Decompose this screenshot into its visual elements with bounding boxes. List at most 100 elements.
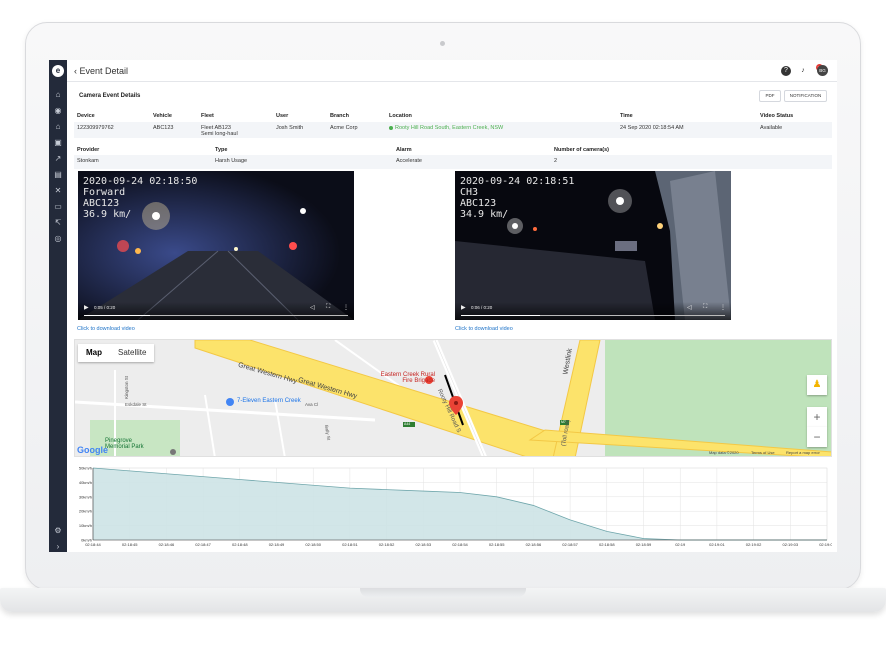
chart-xtick-label: 02:18:52 [379, 542, 395, 547]
top-bar: ‹ Event Detail ? ♪ 10 BG [67, 60, 837, 82]
notification-button[interactable]: NOTIFICATION [784, 90, 827, 102]
map-canvas [75, 340, 831, 456]
fullscreen-icon[interactable]: ⛶ [326, 304, 330, 311]
chart-xtick-label: 02:18:47 [195, 542, 211, 547]
document-icon[interactable]: ▤ [53, 170, 63, 180]
report-map-error-link[interactable]: Report a map error [786, 450, 820, 455]
chart-ytick-label: 20km/h [79, 509, 92, 514]
app-screen: e ⌂ ◉ ⌂ ▣ ↗ ▤ ✕ ▭ ↸ ◎ ⚙ › ‹ Event Detail… [49, 60, 837, 552]
video-controls: ▶ 0:06 / 0:20 ◁ ⛶ ⋮ [455, 302, 731, 320]
video-time: 0:06 / 0:20 [471, 305, 493, 310]
question-icon[interactable]: ? [781, 66, 791, 76]
chart-xtick-label: 02:19 [675, 542, 686, 547]
more-icon[interactable]: ⋮ [720, 304, 726, 311]
chart-xtick-label: 02:18:49 [269, 542, 285, 547]
poi-fire-brigade[interactable]: Eastern Creek Rural Fire Brigade [375, 372, 435, 384]
chart-xtick-label: 02:18:55 [489, 542, 505, 547]
header-vehicle: Vehicle [153, 113, 172, 119]
car-icon[interactable]: ▣ [53, 138, 63, 148]
chart-ytick-label: 10km/h [79, 523, 92, 528]
header-type: Type [215, 147, 228, 153]
header-fleet: Fleet [201, 113, 214, 119]
chart-xtick-label: 02:18:58 [599, 542, 615, 547]
pdf-button[interactable]: PDF [759, 90, 781, 102]
terms-of-use-link[interactable]: Terms of Use [751, 450, 775, 455]
poi-pinegrove-park[interactable]: Pinegrove Memorial Park [105, 438, 155, 450]
play-icon[interactable]: ▶ [84, 304, 89, 311]
support-icon[interactable]: ◎ [53, 234, 63, 244]
video-overlay-text: 2020-09-24 02:18:50 Forward ABC123 36.9 … [83, 176, 198, 220]
google-logo: Google [77, 445, 108, 455]
chart-xtick-label: 02:19:03 [783, 542, 799, 547]
header-location: Location [389, 113, 412, 119]
road-label-ava: Ava Cl [305, 402, 319, 407]
avatar[interactable]: BG [817, 65, 828, 76]
road-label-kingston: Kingston St [124, 375, 130, 400]
house-icon[interactable]: ⌂ [53, 122, 63, 132]
more-icon[interactable]: ⋮ [343, 304, 349, 311]
card-icon[interactable]: ▭ [53, 202, 63, 212]
header-video-status: Video Status [760, 113, 794, 119]
alarm-value: Accelerate [396, 158, 422, 164]
chart-xtick-label: 02:18:53 [416, 542, 432, 547]
webcam [440, 41, 445, 46]
chart-xtick-label: 02:18:59 [636, 542, 652, 547]
gear-icon[interactable]: ⚙ [53, 526, 63, 536]
download-video-link-1[interactable]: Click to download video [77, 326, 135, 332]
expand-icon[interactable]: › [53, 542, 63, 552]
share-icon[interactable]: ↸ [53, 218, 63, 228]
fullscreen-icon[interactable]: ⛶ [703, 304, 707, 311]
video-progress-fill [84, 315, 150, 316]
chart-xtick-label: 02:18:51 [342, 542, 358, 547]
play-icon[interactable]: ▶ [461, 304, 466, 311]
video-time: 0:05 / 0:20 [94, 305, 116, 310]
header-alarm: Alarm [396, 147, 412, 153]
vehicle-value: ABC123 [153, 125, 174, 131]
map-tab[interactable]: Map [78, 344, 110, 362]
logo[interactable]: e [52, 65, 64, 77]
globe-icon[interactable]: ◉ [53, 106, 63, 116]
satellite-tab[interactable]: Satellite [110, 344, 154, 362]
chart-xtick-label: 02:18:44 [85, 542, 101, 547]
video-player-ch3[interactable]: 2020-09-24 02:18:51 CH3 ABC123 34.9 km/ … [455, 171, 731, 320]
location-status-dot [389, 125, 393, 130]
header-provider: Provider [77, 147, 100, 153]
video-status-value: Available [760, 125, 783, 131]
branch-value: Acme Corp [330, 125, 358, 131]
chart-xtick-label: 02:18:46 [159, 542, 175, 547]
chart-xtick-label: 02:19:04 [819, 542, 832, 547]
home-icon[interactable]: ⌂ [53, 90, 63, 100]
map-data-credit: Map data ©2020 [709, 450, 739, 455]
details-row-2 [74, 155, 832, 169]
chart-ytick-label: 50km/h [79, 466, 92, 471]
download-video-link-2[interactable]: Click to download video [455, 326, 513, 332]
chart-xtick-label: 02:19:01 [709, 542, 725, 547]
zoom-out-button[interactable]: − [807, 427, 827, 447]
road-shield-m7: M7 [561, 420, 566, 424]
video-controls: ▶ 0:05 / 0:20 ◁ ⛶ ⋮ [78, 302, 354, 320]
sidebar: e ⌂ ◉ ⌂ ▣ ↗ ▤ ✕ ▭ ↸ ◎ ⚙ › [49, 60, 67, 552]
chart-icon[interactable]: ↗ [53, 154, 63, 164]
tools-icon[interactable]: ✕ [53, 186, 63, 196]
road-shield-a44: A44 [404, 422, 411, 426]
street-view-pegman-icon[interactable]: ♟ [807, 375, 827, 395]
fleet-type: Semi long-haul [201, 131, 238, 137]
chart-xtick-label: 02:18:48 [232, 542, 248, 547]
header-device: Device [77, 113, 95, 119]
map[interactable]: Great Western Hwy Great Western Hwy West… [74, 339, 832, 457]
device-value: 122309979762 [77, 125, 114, 131]
zoom-in-button[interactable]: + [807, 407, 827, 427]
laptop-notch [360, 588, 526, 597]
video-progress-fill [461, 315, 541, 316]
video-player-forward[interactable]: 2020-09-24 02:18:50 Forward ABC123 36.9 … [78, 171, 354, 320]
camera-count-value: 2 [554, 158, 558, 164]
location-value[interactable]: Rooty Hill Road South, Eastern Creek, NS… [389, 125, 503, 132]
poi-7-eleven[interactable]: 7-Eleven Eastern Creek [237, 398, 301, 404]
chart-ytick-label: 40km/h [79, 480, 92, 485]
chart-xtick-label: 02:18:54 [452, 542, 468, 547]
page-title: ‹ Event Detail [74, 66, 129, 76]
bell-icon[interactable]: ♪ [798, 66, 808, 76]
chart-xtick-label: 02:18:57 [562, 542, 578, 547]
mute-icon[interactable]: ◁ [687, 304, 692, 311]
mute-icon[interactable]: ◁ [310, 304, 315, 311]
